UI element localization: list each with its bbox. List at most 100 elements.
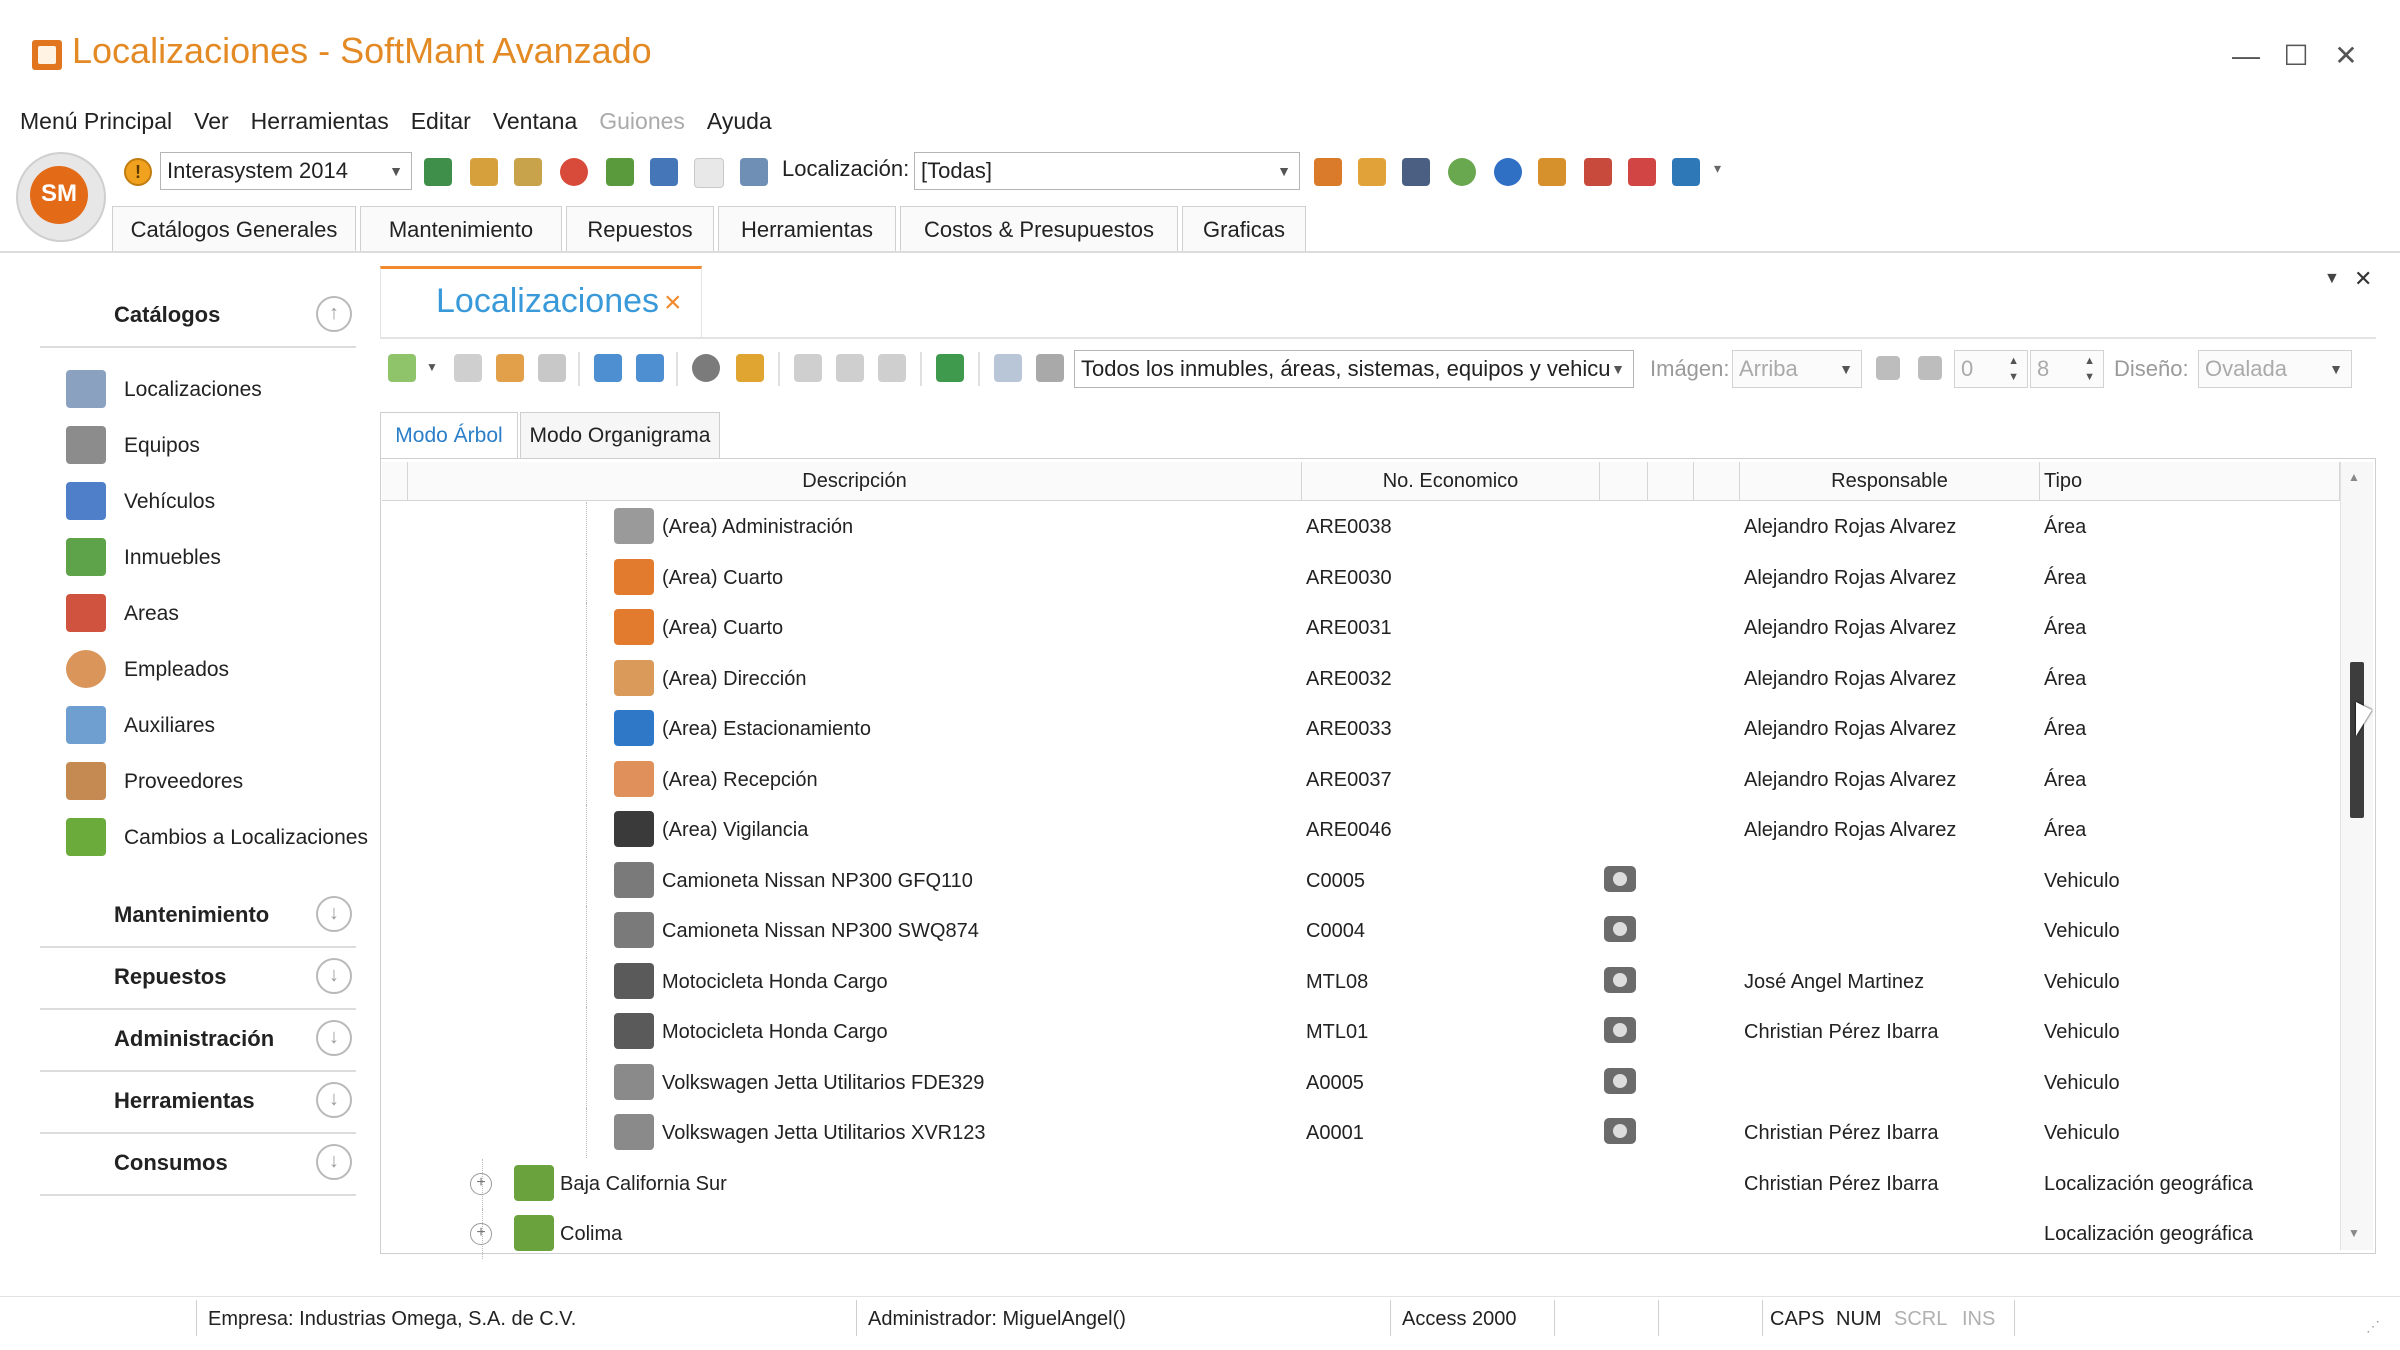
expand-node-icon[interactable]: + <box>470 1173 492 1195</box>
tab-herramientas[interactable]: Herramientas <box>718 206 896 252</box>
table-row[interactable]: (Area) Recepción ARE0037 Alejandro Rojas A… <box>382 755 2340 805</box>
expand-down-icon[interactable]: ↓ <box>316 1020 352 1056</box>
header-column-extra-1[interactable] <box>1648 462 1694 500</box>
tools-icon[interactable] <box>1538 158 1566 186</box>
camera-icon[interactable] <box>794 354 822 382</box>
panel-menu-icon[interactable]: ▼ <box>2324 270 2340 288</box>
toolbar-overflow-icon[interactable]: ▾ <box>1714 160 1721 177</box>
tab-graficas[interactable]: Graficas <box>1182 206 1306 252</box>
nav-header-administracion[interactable]: Administración ↓ <box>40 1010 356 1072</box>
localizacion-combo[interactable]: [Todas] ▼ <box>914 152 1300 190</box>
home-icon[interactable] <box>1314 158 1342 186</box>
scroll-up-icon[interactable]: ▲ <box>2348 470 2360 484</box>
table-row[interactable]: (Area) Cuarto ARE0030 Alejandro Rojas Alva… <box>382 553 2340 603</box>
nav-header-herramientas[interactable]: Herramientas ↓ <box>40 1072 356 1134</box>
header-column-photo[interactable] <box>1600 462 1648 500</box>
nav-header-catalogos[interactable]: Catálogos ↑ <box>40 286 356 348</box>
menu-herramientas[interactable]: Herramientas <box>251 108 389 140</box>
scrollbar-thumb[interactable] <box>2350 662 2364 818</box>
sidebar-item-vehiculos[interactable]: Vehículos <box>66 478 366 524</box>
sidebar-item-equipos[interactable]: Equipos <box>66 422 366 468</box>
menu-ver[interactable]: Ver <box>194 108 229 140</box>
tab-mantenimiento[interactable]: Mantenimiento <box>360 206 562 252</box>
tab-catalogos-generales[interactable]: Catálogos Generales <box>112 206 356 252</box>
document-stack-icon[interactable] <box>514 158 542 186</box>
collapse-tree-icon[interactable] <box>636 354 664 382</box>
cancel-icon[interactable] <box>560 158 588 186</box>
database-icon[interactable] <box>496 354 524 382</box>
collapse-up-icon[interactable]: ↑ <box>316 296 352 332</box>
camera-icon[interactable] <box>1604 967 1636 993</box>
sidebar-item-localizaciones[interactable]: Localizaciones <box>66 366 366 412</box>
nav-header-mantenimiento[interactable]: Mantenimiento ↓ <box>40 886 356 948</box>
maximize-button[interactable]: ☐ <box>2276 36 2316 76</box>
table-row[interactable]: (Area) Cuarto ARE0031 Alejandro Rojas Alva… <box>382 603 2340 653</box>
table-row[interactable]: Volkswagen Jetta Utilitarios XVR123 A0001… <box>382 1108 2340 1158</box>
table-row[interactable]: + Colima Localización geográfica <box>382 1209 2340 1259</box>
close-window-button[interactable]: ✕ <box>2326 36 2366 76</box>
header-responsable[interactable]: Responsable <box>1740 462 2040 500</box>
header-tipo[interactable]: Tipo <box>2040 462 2340 500</box>
image-icon[interactable] <box>424 158 452 186</box>
filter-combo[interactable]: Todos los inmubles, áreas, sistemas, equ… <box>1074 350 1634 388</box>
help-icon[interactable] <box>1494 158 1522 186</box>
table-row[interactable]: Camioneta Nissan NP300 SWQ874 C0004 Vehicu… <box>382 906 2340 956</box>
filter-icon[interactable] <box>736 354 764 382</box>
table-row[interactable]: + Baja California Sur Christian Pérez Ibar… <box>382 1159 2340 1209</box>
table-row[interactable]: (Area) Vigilancia ARE0046 Alejandro Rojas … <box>382 805 2340 855</box>
image-delete-icon[interactable] <box>878 354 906 382</box>
vertical-scrollbar[interactable] <box>2340 462 2373 1250</box>
table-row[interactable]: Motocicleta Honda Cargo MTL01 Christian Pé… <box>382 1007 2340 1057</box>
sidebar-item-proveedores[interactable]: Proveedores <box>66 758 366 804</box>
tab-repuestos[interactable]: Repuestos <box>566 206 714 252</box>
menu-editar[interactable]: Editar <box>411 108 471 140</box>
scroll-down-icon[interactable]: ▼ <box>2348 1226 2360 1240</box>
window-icon[interactable] <box>1628 158 1656 186</box>
table-row[interactable]: Camioneta Nissan NP300 GFQ110 C0005 Vehicu… <box>382 856 2340 906</box>
sidebar-item-auxiliares[interactable]: Auxiliares <box>66 702 366 748</box>
expand-down-icon[interactable]: ↓ <box>316 896 352 932</box>
sidebar-item-areas[interactable]: Areas <box>66 590 366 636</box>
printer-icon[interactable] <box>1036 354 1064 382</box>
sidebar-item-empleados[interactable]: Empleados <box>66 646 366 692</box>
add-icon[interactable] <box>388 354 416 382</box>
table-row[interactable]: (Area) Estacionamiento ARE0033 Alejandro R… <box>382 704 2340 754</box>
table-row[interactable]: Motocicleta Honda Cargo MTL08 José Angel M… <box>382 957 2340 1007</box>
calendar-icon[interactable] <box>606 158 634 186</box>
expand-down-icon[interactable]: ↓ <box>316 1082 352 1118</box>
checklist-icon[interactable] <box>1584 158 1612 186</box>
refresh-icon[interactable] <box>936 354 964 382</box>
expand-down-icon[interactable]: ↓ <box>316 1144 352 1180</box>
tab-modo-organigrama[interactable]: Modo Organigrama <box>520 412 720 458</box>
camera-icon[interactable] <box>1604 866 1636 892</box>
tab-costos-presupuestos[interactable]: Costos & Presupuestos <box>900 206 1178 252</box>
menu-menu-principal[interactable]: Menú Principal <box>20 108 172 140</box>
users-icon[interactable] <box>470 158 498 186</box>
expand-down-icon[interactable]: ↓ <box>316 958 352 994</box>
nav-header-consumos[interactable]: Consumos ↓ <box>40 1134 356 1196</box>
sidebar-item-inmuebles[interactable]: Inmuebles <box>66 534 366 580</box>
edit-icon[interactable] <box>454 354 482 382</box>
tab-modo-arbol[interactable]: Modo Árbol <box>380 412 518 458</box>
table-row[interactable]: (Area) Administración ARE0038 Alejandro Ro… <box>382 502 2340 552</box>
camera-icon[interactable] <box>1604 1068 1636 1094</box>
image-open-icon[interactable] <box>836 354 864 382</box>
binoculars-icon[interactable] <box>692 354 720 382</box>
header-column-extra-2[interactable] <box>1694 462 1740 500</box>
expand-node-icon[interactable]: + <box>470 1223 492 1245</box>
report-icon[interactable] <box>650 158 678 186</box>
header-descripcion[interactable]: Descripción <box>408 462 1302 500</box>
sidebar-item-cambios-localizaciones[interactable]: Cambios a Localizaciones <box>66 814 368 860</box>
menu-ayuda[interactable]: Ayuda <box>707 108 772 140</box>
exit-icon[interactable] <box>1672 158 1700 186</box>
table-row[interactable]: (Area) Dirección ARE0032 Alejandro Rojas A… <box>382 654 2340 704</box>
box-icon[interactable] <box>1358 158 1386 186</box>
table-row[interactable]: Volkswagen Jetta Utilitarios FDE329 A0005… <box>382 1058 2340 1108</box>
nav-header-repuestos[interactable]: Repuestos ↓ <box>40 948 356 1010</box>
print-icon[interactable] <box>740 158 768 186</box>
money-icon[interactable] <box>1448 158 1476 186</box>
minimize-button[interactable]: — <box>2226 36 2266 76</box>
expand-tree-icon[interactable] <box>594 354 622 382</box>
camera-icon[interactable] <box>1604 1017 1636 1043</box>
delete-icon[interactable] <box>538 354 566 382</box>
